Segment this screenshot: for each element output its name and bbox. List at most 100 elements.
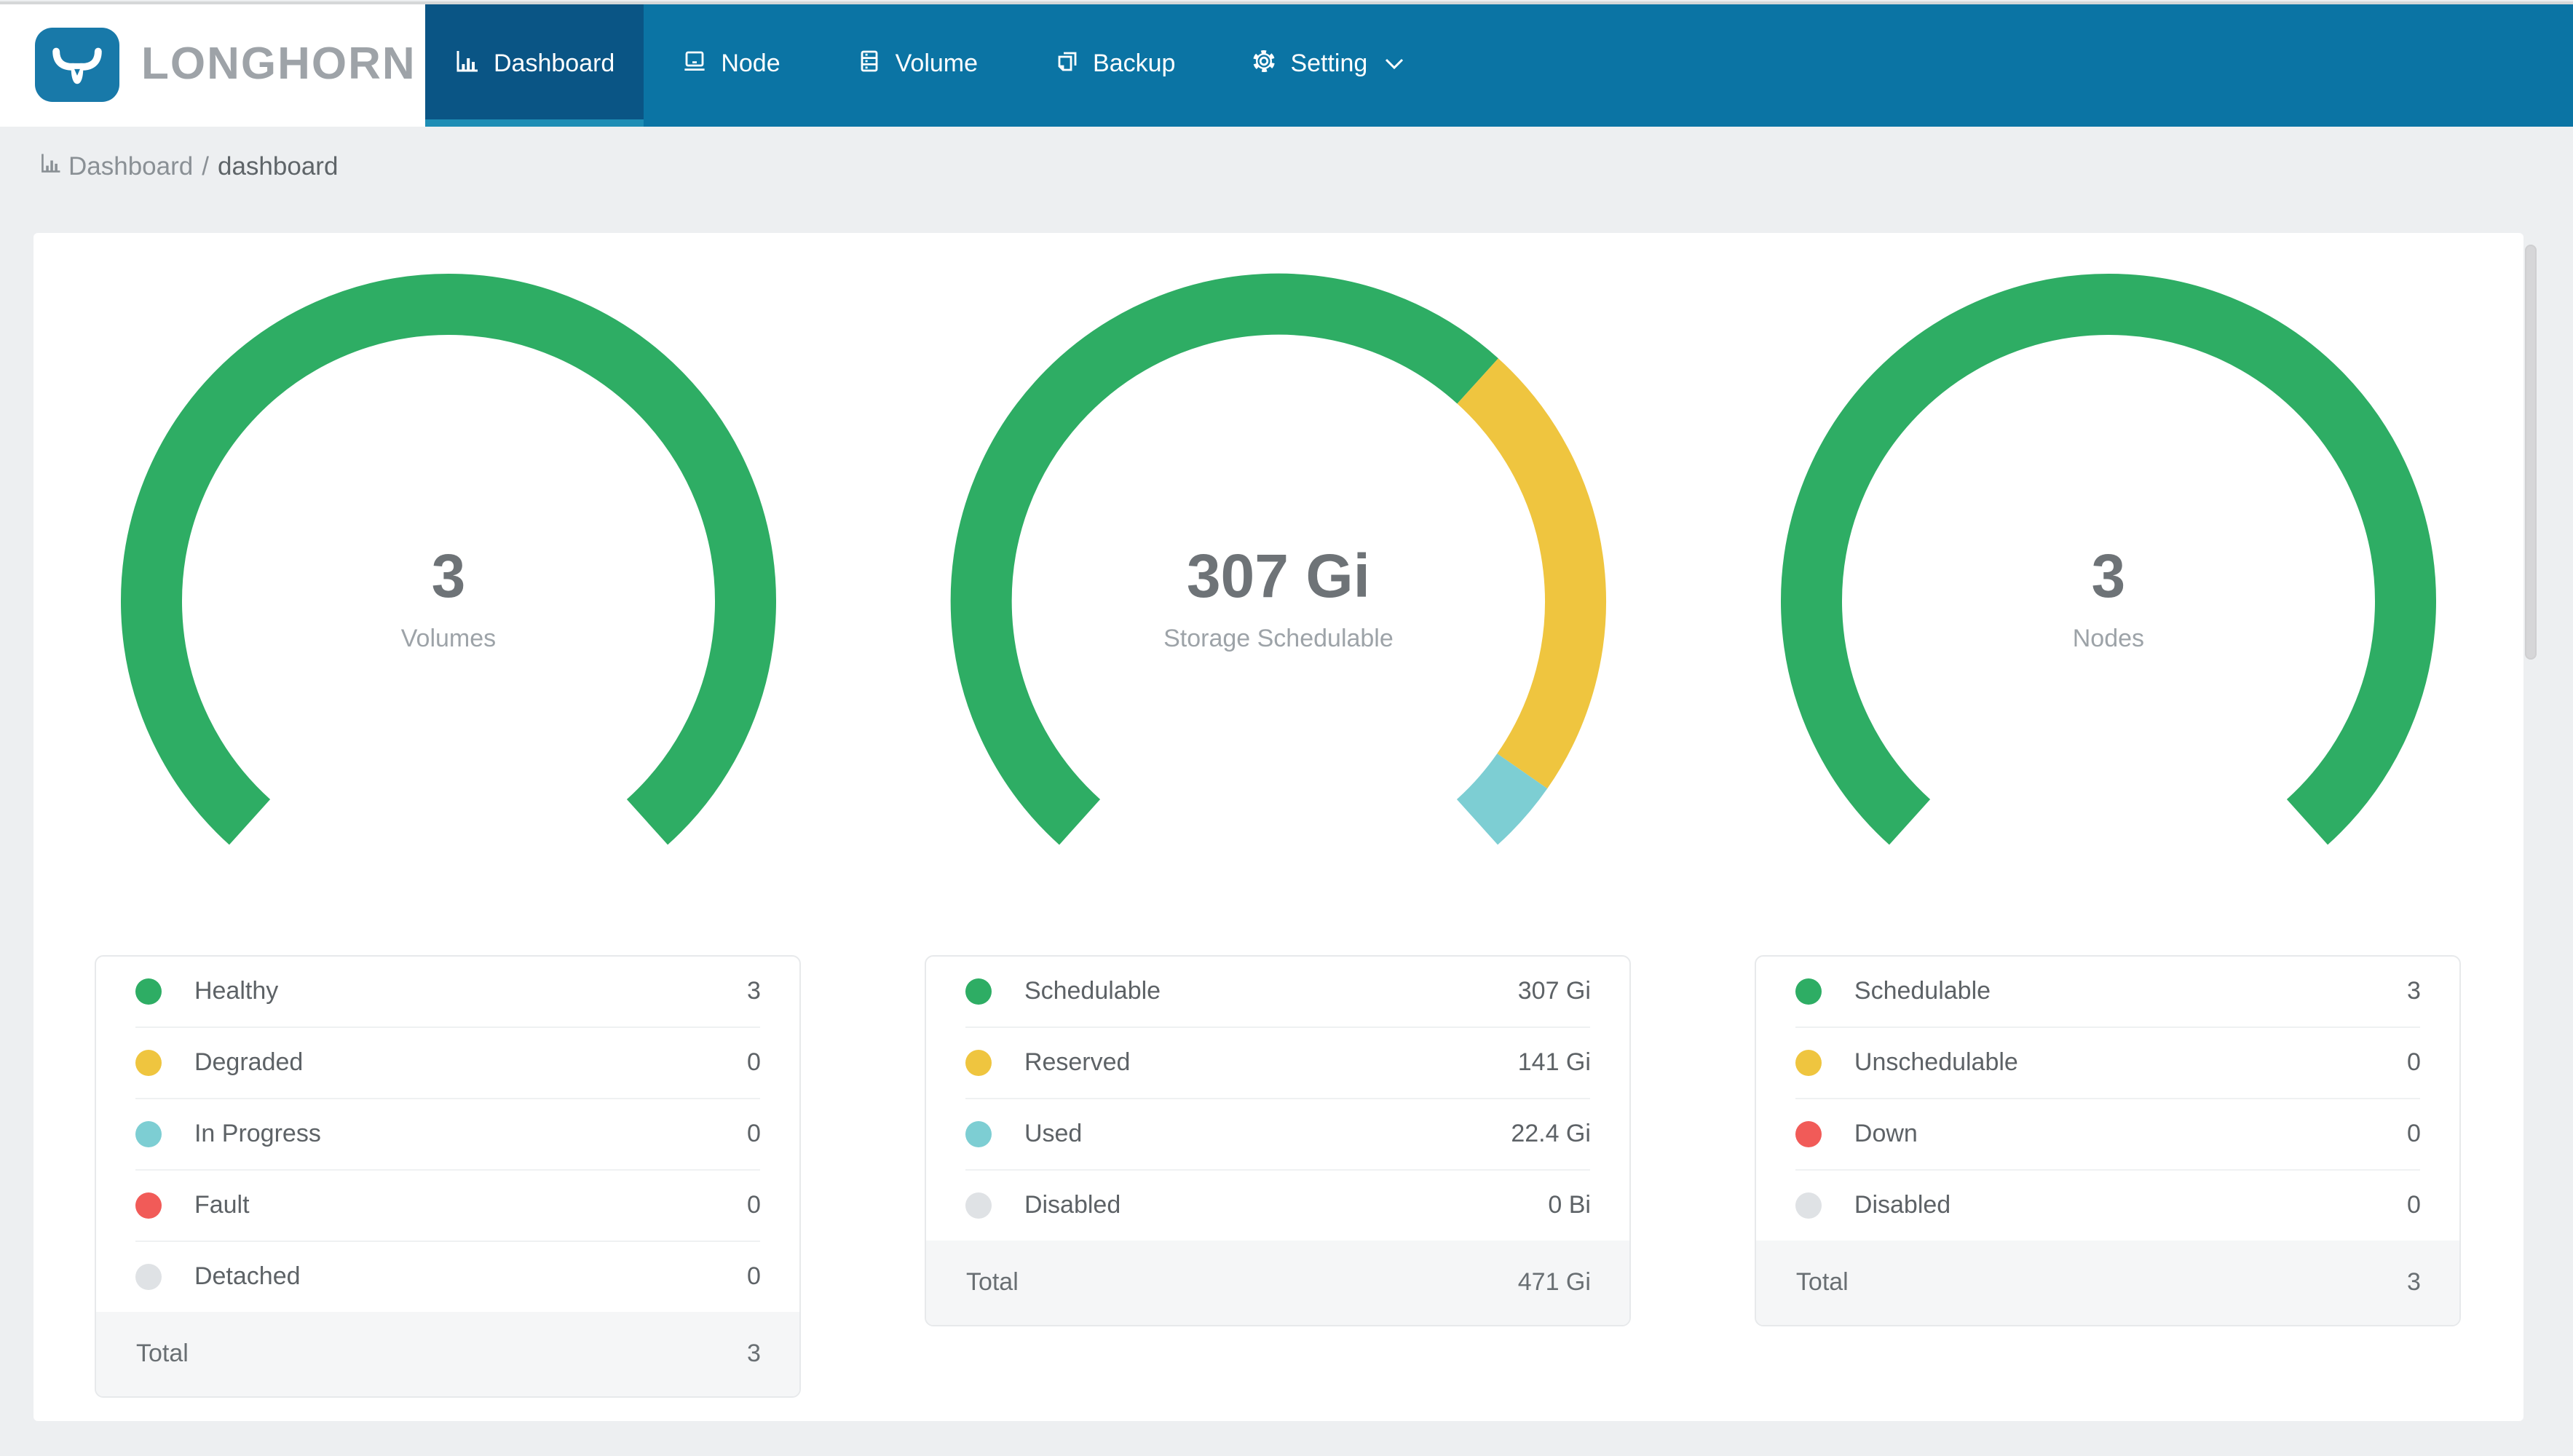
nodes-gauge: 3 Nodes: [1774, 271, 2443, 868]
nav-item-label: Backup: [1093, 50, 1176, 77]
legend-dot: [965, 978, 992, 1005]
legend-row-healthy: Healthy 3: [135, 957, 761, 1028]
legend-value: 0: [2406, 1191, 2421, 1219]
brand-name: LONGHORN: [141, 38, 416, 89]
legend-label: Down: [1854, 1120, 1918, 1147]
dashboard-card: 3 Volumes Healthy 3 Degraded 0 In Progress 0 F…: [33, 233, 2523, 1421]
storage-legend-table: Schedulable 307 Gi Reserved 141 Gi Used 22.4 …: [925, 955, 1632, 1326]
legend-value: 3: [747, 977, 761, 1005]
legend-total-row: Total 3: [96, 1312, 800, 1396]
database-icon: [856, 47, 882, 81]
gauge-card-volumes: 3 Volumes Healthy 3 Degraded 0 In Progress 0 F…: [33, 233, 863, 1421]
legend-dot: [1795, 1050, 1822, 1076]
legend-label: In Progress: [194, 1120, 321, 1147]
gauge-segment-schedulable: [1780, 274, 2436, 845]
legend-label: Detached: [194, 1262, 301, 1290]
top-navbar: LONGHORN Dashboard Node Volume Backup Se…: [0, 1, 2573, 127]
legend-row-fault: Fault 0: [135, 1171, 761, 1242]
legend-rows: Schedulable 3 Unschedulable 0 Down 0 Disabled 0: [1757, 957, 2460, 1241]
gauge-segment-used: [1456, 753, 1548, 845]
legend-label: Disabled: [1024, 1191, 1121, 1219]
legend-total-label: Total: [135, 1340, 189, 1367]
legend-label: Healthy: [194, 977, 279, 1005]
legend-row-disabled: Disabled 0: [1795, 1171, 2421, 1241]
copy-icon: [1054, 47, 1080, 81]
window-top-divider: [0, 1, 2573, 4]
legend-row-schedulable: Schedulable 3: [1795, 957, 2421, 1028]
legend-label: Used: [1024, 1120, 1083, 1147]
legend-dot: [965, 1050, 992, 1076]
legend-row-in-progress: In Progress 0: [135, 1099, 761, 1171]
legend-value: 0: [747, 1262, 761, 1290]
nav-item-volume[interactable]: Volume: [818, 1, 1016, 127]
volumes-gauge: 3 Volumes: [114, 271, 783, 868]
legend-row-unschedulable: Unschedulable 0: [1795, 1028, 2421, 1099]
legend-total-value: 3: [747, 1340, 761, 1367]
nav-item-backup[interactable]: Backup: [1016, 1, 1213, 127]
storage-gauge: 307 Gi Storage Schedulable: [944, 271, 1613, 868]
legend-value: 141 Gi: [1517, 1048, 1591, 1076]
gauge-segment-schedulable: [950, 273, 1498, 845]
gauge-segment-healthy: [121, 274, 776, 845]
legend-value: 0: [747, 1191, 761, 1219]
nav-item-setting[interactable]: Setting: [1213, 1, 1442, 127]
legend-total-label: Total: [1795, 1268, 1849, 1296]
vertical-scrollbar-thumb[interactable]: [2525, 245, 2537, 660]
legend-row-used: Used 22.4 Gi: [965, 1099, 1591, 1171]
legend-total-label: Total: [965, 1268, 1019, 1296]
legend-value: 0 Bi: [1548, 1191, 1591, 1219]
legend-row-down: Down 0: [1795, 1099, 2421, 1171]
bull-icon: [35, 27, 119, 101]
nav-item-dashboard[interactable]: Dashboard: [425, 1, 644, 127]
legend-row-degraded: Degraded 0: [135, 1028, 761, 1099]
breadcrumb-dashboard-link[interactable]: Dashboard: [39, 151, 193, 182]
breadcrumb: Dashboard / dashboard: [0, 127, 2573, 182]
brand-logo[interactable]: LONGHORN: [0, 1, 425, 127]
gauge-card-nodes: 3 Nodes Schedulable 3 Unschedulable 0 Down 0 D…: [1693, 233, 2523, 1421]
laptop-icon: [681, 47, 708, 81]
legend-dot: [1795, 978, 1822, 1005]
legend-dot: [135, 1264, 162, 1290]
legend-dot: [965, 1192, 992, 1219]
legend-row-reserved: Reserved 141 Gi: [965, 1028, 1591, 1099]
legend-total-row: Total 3: [1756, 1241, 2460, 1325]
nodes-legend-table: Schedulable 3 Unschedulable 0 Down 0 Disabled 0…: [1755, 955, 2462, 1326]
main-menu: Dashboard Node Volume Backup Setting: [425, 1, 2573, 127]
legend-total-row: Total 471 Gi: [926, 1241, 1630, 1325]
legend-rows: Schedulable 307 Gi Reserved 141 Gi Used 22.4 …: [927, 957, 1630, 1241]
legend-dot: [1795, 1121, 1822, 1147]
bar-chart-icon: [39, 151, 63, 182]
gear-icon: [1251, 47, 1277, 81]
nodes-gauge-chart: [1780, 274, 2436, 845]
nav-item-label: Node: [721, 50, 780, 77]
breadcrumb-separator: /: [202, 151, 209, 181]
gauge-segment-reserved: [1457, 358, 1606, 789]
chevron-down-icon: [1385, 58, 1404, 70]
nav-item-label: Dashboard: [494, 50, 615, 77]
legend-value: 0: [747, 1120, 761, 1147]
gauge-card-storage: 307 Gi Storage Schedulable Schedulable 30…: [863, 233, 1693, 1421]
legend-value: 22.4 Gi: [1511, 1120, 1591, 1147]
volumes-legend-table: Healthy 3 Degraded 0 In Progress 0 Fault 0 Detac…: [95, 955, 802, 1398]
legend-label: Degraded: [194, 1048, 304, 1076]
legend-value: 307 Gi: [1517, 977, 1591, 1005]
nav-item-label: Volume: [895, 50, 979, 77]
bar-chart-icon: [454, 47, 481, 81]
legend-label: Disabled: [1854, 1191, 1951, 1219]
legend-total-value: 471 Gi: [1517, 1268, 1591, 1296]
breadcrumb-section: Dashboard: [68, 151, 194, 181]
legend-dot: [135, 978, 162, 1005]
legend-value: 0: [747, 1048, 761, 1076]
legend-row-disabled: Disabled 0 Bi: [965, 1171, 1591, 1241]
storage-gauge-chart: [950, 273, 1606, 845]
longhorn-dashboard-page: LONGHORN Dashboard Node Volume Backup Se…: [0, 1, 2573, 1456]
nav-item-node[interactable]: Node: [644, 1, 818, 127]
legend-row-detached: Detached 0: [135, 1242, 761, 1312]
legend-rows: Healthy 3 Degraded 0 In Progress 0 Fault 0 Detac…: [97, 957, 800, 1312]
legend-label: Unschedulable: [1854, 1048, 2018, 1076]
legend-value: 3: [2406, 977, 2421, 1005]
legend-dot: [1795, 1192, 1822, 1219]
breadcrumb-current-page: dashboard: [218, 151, 339, 181]
legend-label: Reserved: [1024, 1048, 1131, 1076]
legend-dot: [965, 1121, 992, 1147]
